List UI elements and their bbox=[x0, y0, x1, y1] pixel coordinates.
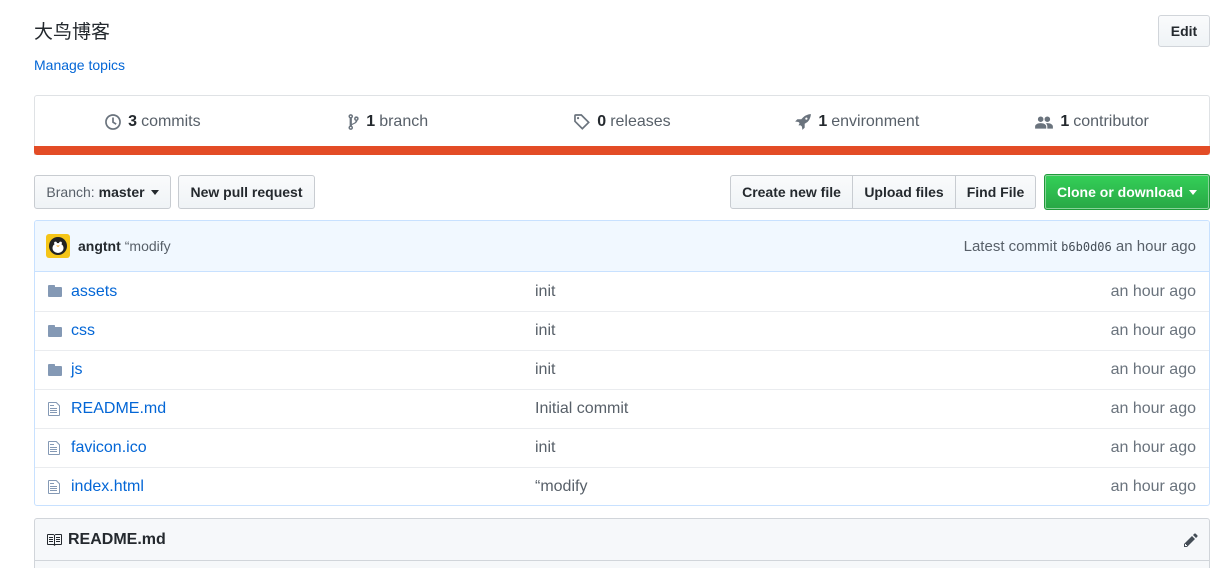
file-commit-message[interactable]: init bbox=[535, 361, 555, 379]
contributors-label: contributor bbox=[1073, 112, 1149, 130]
history-icon bbox=[105, 113, 122, 130]
environments-label: environment bbox=[831, 112, 920, 130]
file-name-link[interactable]: css bbox=[71, 322, 95, 340]
releases-link[interactable]: 0 releases bbox=[505, 96, 740, 147]
book-icon bbox=[47, 533, 62, 546]
contributors-link[interactable]: 1 contributor bbox=[974, 96, 1209, 147]
file-list: angtnt “modify Latest commit b6b0d06 an … bbox=[34, 220, 1210, 506]
branches-count: 1 bbox=[366, 112, 376, 130]
file-age: an hour ago bbox=[1110, 439, 1196, 456]
file-name-link[interactable]: js bbox=[71, 361, 83, 379]
file-text-icon bbox=[47, 440, 61, 461]
branch-select-button[interactable]: Branch: master bbox=[34, 175, 171, 209]
folder-icon bbox=[47, 362, 63, 383]
file-commit-message[interactable]: “modify bbox=[535, 478, 587, 496]
file-text-icon bbox=[47, 401, 61, 422]
file-age: an hour ago bbox=[1110, 282, 1196, 300]
repo-description: 大鸟博客 bbox=[34, 21, 111, 43]
rocket-icon bbox=[795, 113, 812, 130]
file-row: css init an hour ago bbox=[35, 311, 1209, 350]
file-row: favicon.ico init an hour ago bbox=[35, 428, 1209, 467]
folder-icon bbox=[47, 323, 63, 344]
releases-count: 0 bbox=[597, 112, 607, 130]
file-name-link[interactable]: assets bbox=[71, 283, 117, 301]
file-commit-message[interactable]: init bbox=[535, 322, 555, 340]
branch-value: master bbox=[98, 184, 145, 200]
commits-link[interactable]: 3 commits bbox=[35, 96, 270, 147]
commits-label: commits bbox=[141, 112, 201, 130]
latest-commit-prefix: Latest commit bbox=[963, 237, 1057, 255]
file-row: README.md Initial commit an hour ago bbox=[35, 389, 1209, 428]
branch-icon bbox=[348, 113, 359, 130]
releases-label: releases bbox=[610, 112, 671, 130]
avatar[interactable] bbox=[46, 234, 70, 258]
commit-author[interactable]: angtnt bbox=[78, 238, 121, 254]
file-age: an hour ago bbox=[1110, 400, 1196, 417]
readme-panel: README.md bbox=[34, 518, 1210, 568]
file-rows: assets init an hour ago css init an hour ago j… bbox=[35, 272, 1209, 505]
branches-link[interactable]: 1 branch bbox=[270, 96, 505, 147]
file-age: an hour ago bbox=[1110, 361, 1196, 378]
clone-label: Clone or download bbox=[1057, 184, 1183, 200]
find-file-button[interactable]: Find File bbox=[955, 175, 1036, 209]
latest-commit-bar: angtnt “modify Latest commit b6b0d06 an … bbox=[35, 221, 1209, 272]
numbers-summary: 3 commits 1 branch 0 releases 1 environm… bbox=[34, 95, 1210, 155]
file-row: index.html “modify an hour ago bbox=[35, 467, 1209, 505]
create-new-file-button[interactable]: Create new file bbox=[730, 175, 853, 209]
contributors-count: 1 bbox=[1060, 112, 1070, 130]
file-commit-message[interactable]: init bbox=[535, 439, 555, 457]
branch-label: Branch: bbox=[46, 184, 95, 200]
readme-title: README.md bbox=[68, 530, 166, 548]
language-bar[interactable] bbox=[34, 146, 1210, 155]
latest-commit-info: Latest commit b6b0d06 an hour ago bbox=[964, 238, 1196, 255]
file-name-link[interactable]: index.html bbox=[71, 478, 144, 496]
file-commit-message[interactable]: init bbox=[535, 283, 555, 301]
caret-down-icon bbox=[1189, 189, 1197, 195]
branches-label: branch bbox=[379, 112, 429, 130]
environments-count: 1 bbox=[818, 112, 828, 130]
commit-message[interactable]: “modify bbox=[125, 238, 171, 254]
clone-or-download-button[interactable]: Clone or download bbox=[1044, 174, 1210, 210]
file-age: an hour ago bbox=[1110, 322, 1196, 339]
edit-button[interactable]: Edit bbox=[1158, 15, 1210, 47]
file-row: assets init an hour ago bbox=[35, 272, 1209, 311]
file-row: js init an hour ago bbox=[35, 350, 1209, 389]
commit-age: an hour ago bbox=[1115, 237, 1196, 255]
file-name-link[interactable]: favicon.ico bbox=[71, 439, 147, 457]
tag-icon bbox=[574, 113, 591, 130]
commit-sha[interactable]: b6b0d06 bbox=[1061, 240, 1112, 254]
pencil-icon[interactable] bbox=[1183, 532, 1199, 548]
caret-down-icon bbox=[150, 189, 159, 195]
file-age: an hour ago bbox=[1110, 478, 1196, 495]
file-commit-message[interactable]: Initial commit bbox=[535, 400, 628, 418]
commits-count: 3 bbox=[128, 112, 138, 130]
upload-files-button[interactable]: Upload files bbox=[852, 175, 956, 209]
folder-icon bbox=[47, 283, 63, 304]
manage-topics-link[interactable]: Manage topics bbox=[34, 57, 125, 73]
penguin-avatar-icon bbox=[49, 237, 67, 255]
readme-header: README.md bbox=[35, 519, 1209, 561]
file-text-icon bbox=[47, 479, 61, 500]
people-icon bbox=[1035, 115, 1054, 129]
new-pull-request-button[interactable]: New pull request bbox=[178, 175, 315, 209]
environments-link[interactable]: 1 environment bbox=[739, 96, 974, 147]
file-name-link[interactable]: README.md bbox=[71, 400, 166, 418]
